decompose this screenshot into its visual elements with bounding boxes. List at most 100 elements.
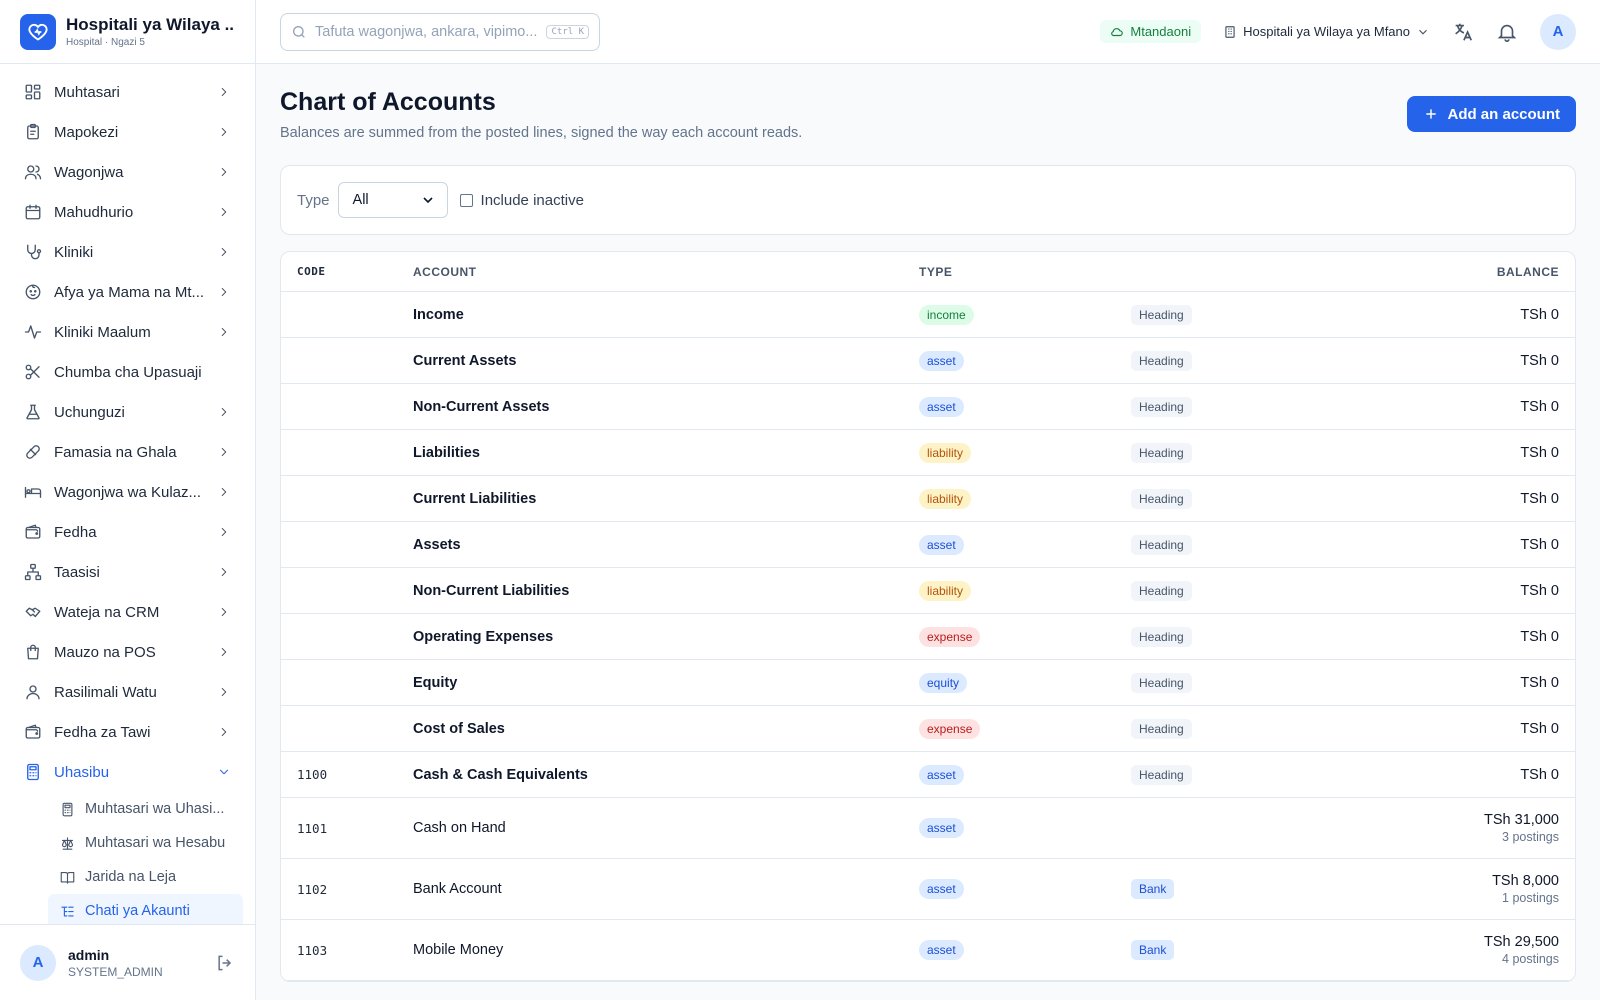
include-inactive-label[interactable]: Include inactive [481,192,584,209]
type-select[interactable]: All [337,182,448,218]
account-balance: TSh 0 [1520,444,1559,461]
account-name: Non-Current Assets [413,398,550,415]
table-row[interactable]: Current Liabilities liability Heading TSh 0 [281,476,1575,522]
table-row[interactable]: Cost of Sales expense Heading TSh 0 [281,706,1575,752]
shortcut-hint: Ctrl K [546,24,589,39]
account-type-badge: asset [919,818,964,838]
sidebar-item-wagonjwa-wa-kulaz[interactable]: Wagonjwa wa Kulaz... [0,472,255,512]
account-name: Operating Expenses [413,628,554,645]
account-type-badge: liability [919,488,972,509]
sidebar-subitem-chati-ya-akaunti[interactable]: Chati ya Akaunti [48,894,243,924]
sidebar-item-fedha[interactable]: Fedha [0,512,255,552]
sidebar-item-kliniki[interactable]: Kliniki [0,232,255,272]
table-row[interactable]: 1102 Bank Account asset Bank TSh 8,000 1 post… [281,859,1575,920]
user-name: admin [68,946,110,963]
chevron-right-icon [221,487,227,497]
account-tag-badge: Heading [1131,350,1192,371]
sidebar-item-label: Wagonjwa wa Kulaz... [54,483,202,501]
type-filter-label: Type [297,191,330,209]
facility-selector[interactable]: Hospitali ya Wilaya ya Mfano [1223,24,1430,39]
sidebar-item-wagonjwa[interactable]: Wagonjwa [0,152,255,192]
account-balance: TSh 0 [1520,536,1559,553]
flask-icon [26,404,40,420]
wallet-icon [25,524,41,539]
sidebar-item-taasisi[interactable]: Taasisi [0,552,255,592]
brand[interactable]: Hospitali ya Wilaya ... Hospital · Ngazi… [0,0,255,64]
chevron-right-icon [221,607,227,617]
sidebar-item-uhasibu[interactable]: Uhasibu [0,752,255,792]
sidebar-subitem-muhtasari-wa-uhasi[interactable]: Muhtasari wa Uhasi... [48,792,243,826]
user-box: A admin SYSTEM_ADMIN [0,924,255,1000]
sidebar: Hospitali ya Wilaya ... Hospital · Ngazi… [0,0,256,1000]
add-account-button[interactable]: Add an account [1407,96,1576,132]
sidebar-item-label: Fedha za Tawi [54,723,151,741]
table-row[interactable]: Non-Current Assets asset Heading TSh 0 [281,384,1575,430]
table-row[interactable]: 1101 Cash on Hand asset TSh 31,000 3 posting… [281,798,1575,859]
cloud-icon [1111,27,1124,36]
sidebar-item-label: Afya ya Mama na Mt... [54,283,205,301]
account-name: Liabilities [413,444,480,461]
sidebar-subitem-muhtasari-wa-hesabu[interactable]: Muhtasari wa Hesabu [48,826,243,860]
chevron-right-icon [221,327,227,337]
include-inactive-checkbox[interactable] [459,193,473,207]
table-row[interactable]: 1103 Mobile Money asset Bank TSh 29,500 4 pos… [281,920,1575,981]
sidebar-item-label: Wagonjwa [54,163,124,181]
online-status-badge: Mtandaoni [1100,20,1202,43]
baby-icon [25,284,41,300]
chevron-right-icon [221,167,227,177]
sidebar-item-afya-ya-mama-na-mt[interactable]: Afya ya Mama na Mt... [0,272,255,312]
account-name: Current Assets [413,352,517,369]
account-name: Equity [413,674,458,691]
sidebar-item-label: Fedha [54,523,97,541]
sidebar-item-fedha-za-tawi[interactable]: Fedha za Tawi [0,712,255,752]
translate-icon[interactable] [1452,21,1474,43]
pill-icon [26,445,40,459]
account-tag-badge: Heading [1131,672,1192,693]
chevron-right-icon [221,287,227,297]
column-header-account[interactable]: ACCOUNT [413,265,919,279]
sidebar-item-kliniki-maalum[interactable]: Kliniki Maalum [0,312,255,352]
chevron-right-icon [221,87,227,97]
sidebar-item-uchunguzi[interactable]: Uchunguzi [0,392,255,432]
sidebar-nav: Muhtasari Mapokezi Wagonjwa Mahudhurio Klini… [0,64,255,924]
sidebar-subitem-jarida-na-leja[interactable]: Jarida na Leja [48,860,243,894]
table-row[interactable]: Assets asset Heading TSh 0 [281,522,1575,568]
sidebar-item-muhtasari[interactable]: Muhtasari [0,72,255,112]
search-icon [293,25,305,38]
sidebar-item-label: Muhtasari [54,83,120,101]
table-row[interactable]: Income income Heading TSh 0 [281,292,1575,338]
table-row[interactable]: Liabilities liability Heading TSh 0 [281,430,1575,476]
table-row[interactable]: Non-Current Liabilities liability Heading T… [281,568,1575,614]
column-header-balance[interactable]: BALANCE [1331,265,1575,279]
search-input[interactable]: Tafuta wagonjwa, ankara, vipimo... Ctrl … [280,12,600,51]
table-row[interactable]: Equity equity Heading TSh 0 [281,660,1575,706]
accounts-table: CODE ACCOUNT TYPE BALANCE Income income He… [280,251,1576,982]
sidebar-item-mapokezi[interactable]: Mapokezi [0,112,255,152]
account-type-badge: asset [919,350,964,371]
table-row[interactable]: Operating Expenses expense Heading TSh 0 [281,614,1575,660]
user-icon [26,685,40,700]
search-placeholder: Tafuta wagonjwa, ankara, vipimo... [315,23,538,40]
column-header-code[interactable]: CODE [281,265,413,278]
sidebar-item-famasia-na-ghala[interactable]: Famasia na Ghala [0,432,255,472]
sidebar-subitem-label: Muhtasari wa Uhasi... [85,801,225,817]
chevron-right-icon [221,727,227,737]
user-avatar-button[interactable]: A [1540,13,1576,50]
table-row[interactable]: 1100 Cash & Cash Equivalents asset Heading T… [281,752,1575,798]
sidebar-item-chumba-cha-upasuaji[interactable]: Chumba cha Upasuaji [0,352,255,392]
table-row[interactable]: Current Assets asset Heading TSh 0 [281,338,1575,384]
account-tag-badge: Heading [1131,718,1192,739]
column-header-type[interactable]: TYPE [919,265,1131,279]
account-tag-badge: Heading [1131,442,1192,463]
avatar[interactable]: A [20,944,56,981]
sidebar-item-mahudhurio[interactable]: Mahudhurio [0,192,255,232]
sidebar-item-mauzo-na-pos[interactable]: Mauzo na POS [0,632,255,672]
account-balance: TSh 8,000 [1492,873,1559,889]
list-tree-icon [61,906,74,916]
logout-icon[interactable] [215,953,235,973]
sidebar-item-rasilimali-watu[interactable]: Rasilimali Watu [0,672,255,712]
sidebar-item-wateja-na-crm[interactable]: Wateja na CRM [0,592,255,632]
bell-icon[interactable] [1496,21,1518,43]
postings-count: 3 postings [1502,830,1559,844]
account-name: Cash on Hand [413,820,506,836]
